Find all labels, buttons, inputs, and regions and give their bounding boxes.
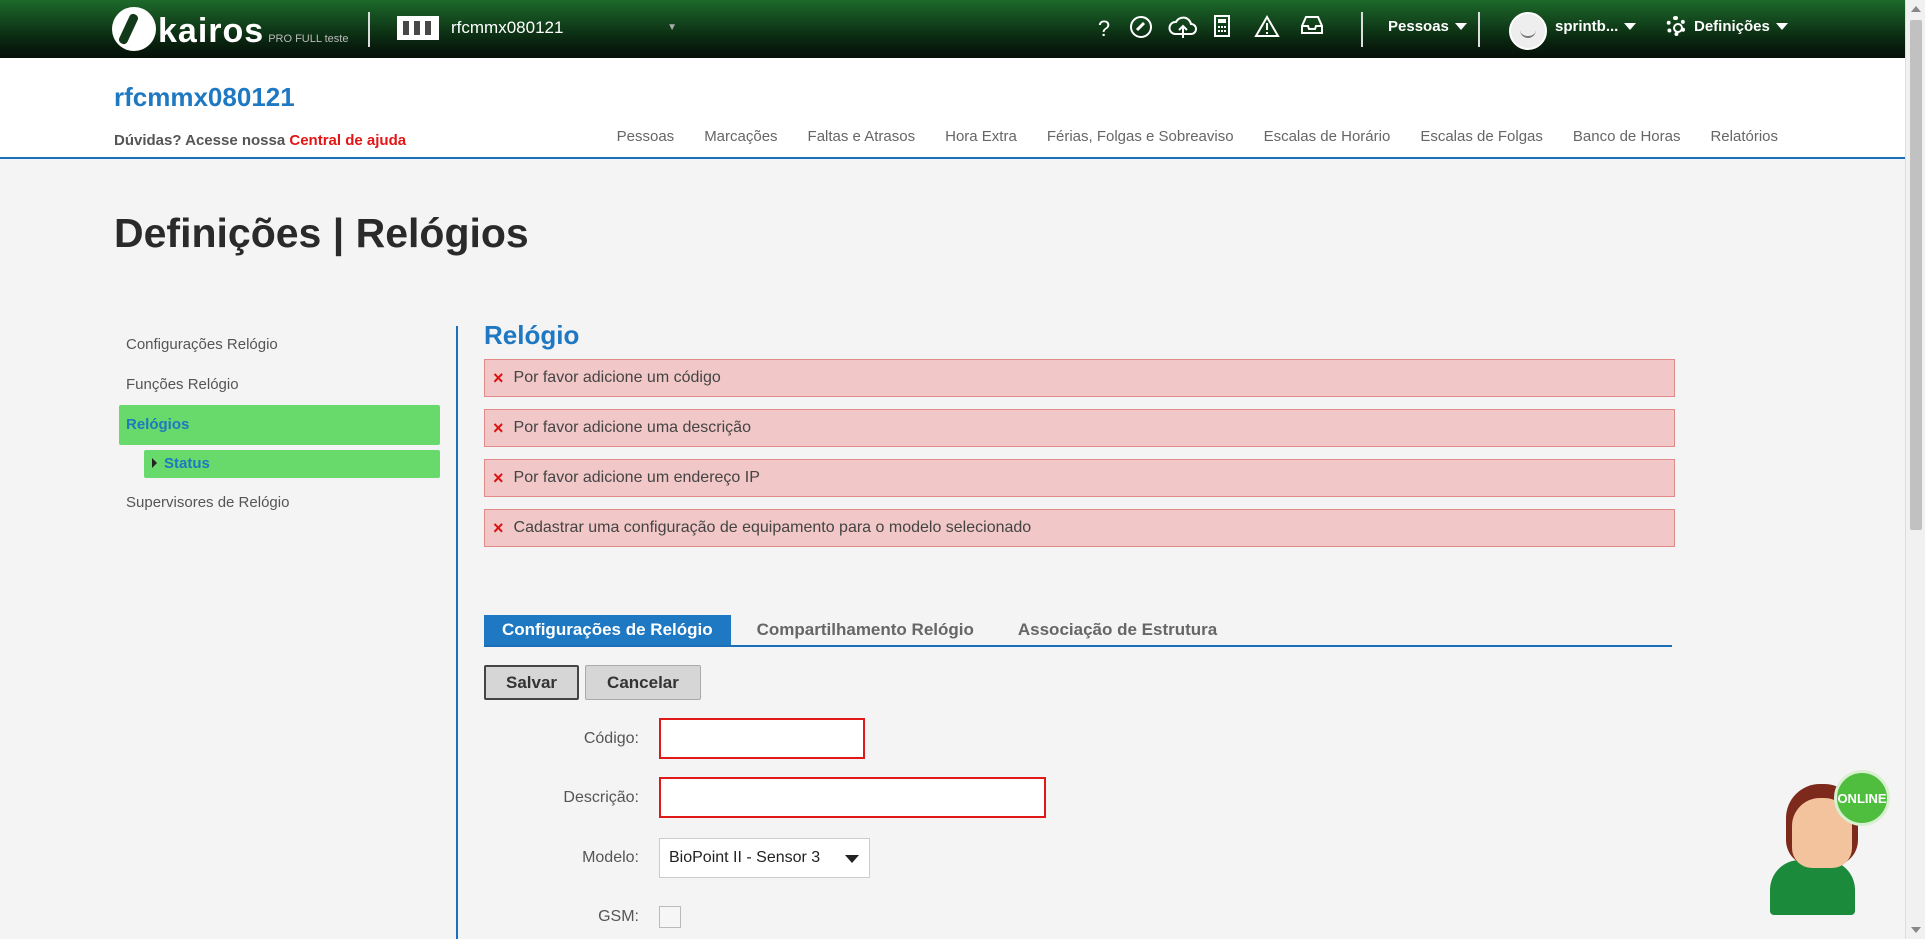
model-select[interactable]: BioPoint II - Sensor 3: [659, 838, 870, 878]
alert-text: Por favor adicione um código: [513, 369, 721, 386]
sidebar-item-supervisores[interactable]: Supervisores de Relógio: [119, 483, 440, 523]
alert-text: Cadastrar uma configuração de equipament…: [513, 519, 1032, 536]
code-field[interactable]: [659, 718, 865, 759]
settings-menu[interactable]: Definições: [1666, 16, 1788, 36]
gear-icon: [1666, 16, 1686, 36]
sidebar-subitem-status[interactable]: Status: [144, 450, 440, 478]
logo-subtitle: PRO FULL teste: [268, 33, 349, 45]
sidebar: Configurações Relógio Funções Relógio Re…: [119, 325, 440, 523]
action-buttons: Salvar Cancelar: [484, 665, 701, 700]
user-name: sprintb...: [1555, 18, 1619, 35]
gsm-checkbox[interactable]: [659, 906, 681, 928]
cloud-upload-icon[interactable]: [1168, 14, 1198, 44]
chevron-down-icon: ▼: [667, 22, 677, 33]
error-icon: ×: [493, 467, 504, 488]
divider: [368, 12, 370, 47]
scroll-up-icon[interactable]: [1911, 6, 1921, 12]
avatar[interactable]: [1509, 12, 1547, 50]
error-alerts: × Por favor adicione um código × Por favor…: [484, 359, 1675, 547]
sidebar-item-funcoes[interactable]: Funções Relógio: [119, 365, 440, 405]
error-icon: ×: [493, 417, 504, 438]
save-button[interactable]: Salvar: [484, 665, 580, 700]
divider: [1478, 12, 1480, 47]
main-nav: Pessoas Marcações Faltas e Atrasos Hora …: [617, 128, 1778, 145]
question-icon[interactable]: ?: [1089, 14, 1119, 44]
kairos-logo-mark: [112, 7, 156, 51]
caret-down-icon: [1775, 22, 1788, 30]
description-field[interactable]: [659, 777, 1046, 818]
model-row: Modelo: BioPoint II - Sensor 3: [484, 838, 870, 878]
sidebar-item-relogios[interactable]: Relógios: [119, 405, 440, 445]
nav-item-escalas-horario[interactable]: Escalas de Horário: [1264, 128, 1391, 145]
help-prefix: Dúvidas? Acesse nossa: [114, 132, 286, 149]
error-alert: × Cadastrar uma configuração de equipamen…: [484, 509, 1675, 547]
cancel-button[interactable]: Cancelar: [585, 665, 701, 700]
section-title: Relógio: [484, 320, 580, 350]
tab-bar: Configurações de Relógio Compartilhament…: [484, 594, 1672, 647]
nav-item-relatorios[interactable]: Relatórios: [1710, 128, 1778, 145]
tab-associacao[interactable]: Associação de Estrutura: [1000, 615, 1235, 645]
code-row: Código:: [484, 718, 865, 759]
caret-down-icon: [1624, 23, 1637, 30]
tab-configuracoes[interactable]: Configurações de Relógio: [484, 615, 731, 645]
caret-down-icon: [1454, 23, 1467, 30]
alert-text: Por favor adicione uma descrição: [513, 419, 751, 436]
inbox-icon[interactable]: [1297, 14, 1327, 44]
sidebar-divider: [456, 326, 458, 939]
tab-compartilhamento[interactable]: Compartilhamento Relógio: [739, 615, 992, 645]
page-title: Definições | Relógios: [114, 210, 529, 256]
sidebar-item-configuracoes[interactable]: Configurações Relógio: [119, 325, 440, 365]
main-content: Relógio × Por favor adicione um código × P…: [484, 320, 1675, 928]
error-icon: ×: [493, 367, 504, 388]
divider: [1361, 12, 1363, 47]
nav-item-marcacoes[interactable]: Marcações: [704, 128, 777, 145]
company-selector[interactable]: rfcmmx080121 ▼: [397, 16, 677, 40]
sidebar-subitem-label: Status: [164, 455, 210, 472]
description-label: Descrição:: [563, 788, 639, 806]
nav-item-pessoas[interactable]: Pessoas: [617, 128, 675, 145]
error-alert: × Por favor adicione uma descrição: [484, 409, 1675, 447]
nav-item-banco-horas[interactable]: Banco de Horas: [1573, 128, 1681, 145]
user-menu[interactable]: sprintb...: [1555, 18, 1637, 35]
scroll-down-icon[interactable]: [1911, 927, 1921, 933]
nav-item-hora-extra[interactable]: Hora Extra: [945, 128, 1017, 145]
error-icon: ×: [493, 517, 504, 538]
nav-item-faltas[interactable]: Faltas e Atrasos: [808, 128, 916, 145]
caret-down-icon: [845, 855, 859, 863]
logo-text: kairos: [158, 12, 265, 50]
chat-bubble-icon[interactable]: [1126, 14, 1156, 44]
page-scrollbar[interactable]: [1905, 0, 1925, 939]
error-alert: × Por favor adicione um código: [484, 359, 1675, 397]
error-alert: × Por favor adicione um endereço IP: [484, 459, 1675, 497]
top-bar: kairos PRO FULL teste rfcmmx080121 ▼ ? P…: [0, 0, 1905, 58]
alert-text: Por favor adicione um endereço IP: [513, 469, 760, 486]
question-glyph: ?: [1097, 16, 1111, 41]
scroll-thumb[interactable]: [1910, 20, 1922, 530]
people-menu-label: Pessoas: [1388, 18, 1449, 35]
help-text: Dúvidas? Acesse nossa Central de ajuda: [114, 132, 406, 149]
code-label: Código:: [583, 729, 639, 747]
model-label: Modelo:: [582, 849, 639, 866]
people-menu[interactable]: Pessoas: [1388, 18, 1467, 35]
settings-label: Definições: [1694, 17, 1770, 35]
gsm-label: GSM:: [598, 908, 639, 925]
calculator-icon[interactable]: [1207, 14, 1237, 44]
kairos-logo[interactable]: kairos PRO FULL teste: [112, 5, 348, 51]
company-title: rfcmmx080121: [114, 82, 295, 112]
agent-body: [1770, 860, 1855, 915]
nav-item-ferias[interactable]: Férias, Folgas e Sobreaviso: [1047, 128, 1234, 145]
gsm-row: GSM:: [484, 906, 681, 928]
online-badge: ONLINE: [1834, 770, 1890, 826]
help-center-link[interactable]: Central de ajuda: [289, 132, 406, 149]
description-row: Descrição:: [484, 777, 1046, 818]
building-icon: [397, 16, 439, 40]
header: rfcmmx080121 Dúvidas? Acesse nossa Centr…: [0, 58, 1905, 159]
model-select-value: BioPoint II - Sensor 3: [669, 849, 821, 866]
chat-widget[interactable]: ONLINE: [1770, 770, 1890, 915]
nav-item-escalas-folgas[interactable]: Escalas de Folgas: [1420, 128, 1543, 145]
company-selector-value: rfcmmx080121: [451, 18, 564, 37]
warning-icon[interactable]: [1252, 14, 1282, 44]
